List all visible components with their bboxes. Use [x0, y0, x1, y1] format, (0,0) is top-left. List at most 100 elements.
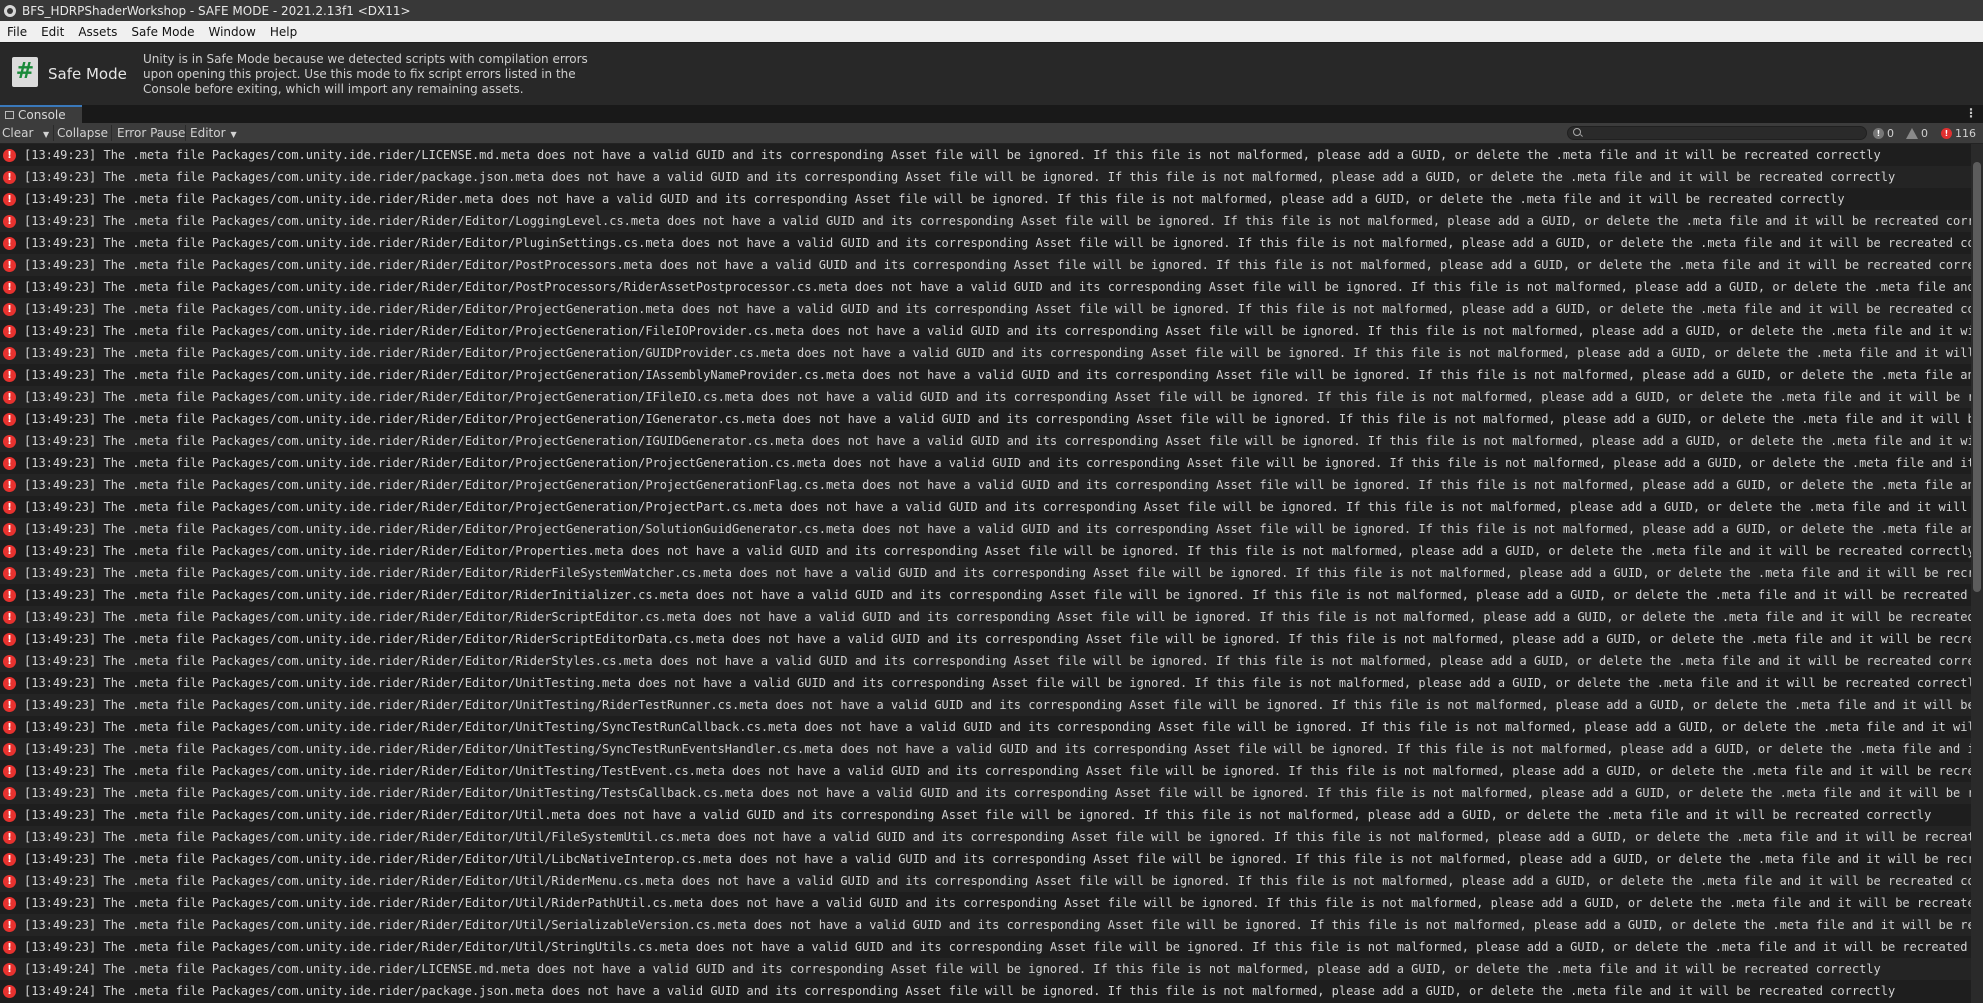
log-message: [13:49:23] The .meta file Packages/com.u…: [24, 830, 1971, 844]
menu-safe-mode[interactable]: Safe Mode: [124, 25, 201, 39]
menu-edit[interactable]: Edit: [34, 25, 71, 39]
log-path: Packages/com.unity.ide.rider/Rider/Edito…: [211, 940, 689, 954]
log-entry[interactable]: ! [13:49:23] The .meta file Packages/com.…: [0, 584, 1971, 606]
log-entry[interactable]: ! [13:49:23] The .meta file Packages/com.…: [0, 232, 1971, 254]
log-entry[interactable]: ! [13:49:23] The .meta file Packages/com.…: [0, 452, 1971, 474]
log-entry[interactable]: ! [13:49:23] The .meta file Packages/com.…: [0, 210, 1971, 232]
log-entry[interactable]: ! [13:49:23] The .meta file Packages/com.…: [0, 694, 1971, 716]
error-pause-button[interactable]: Error Pause: [117, 125, 185, 141]
error-icon: !: [3, 236, 16, 250]
log-entry[interactable]: ! [13:49:23] The .meta file Packages/com.…: [0, 496, 1971, 518]
log-entry[interactable]: ! [13:49:23] The .meta file Packages/com.…: [0, 826, 1971, 848]
scrollbar-thumb[interactable]: [1973, 162, 1981, 592]
log-entry[interactable]: ! [13:49:23] The .meta file Packages/com.…: [0, 166, 1971, 188]
more-options-icon[interactable]: ⋮: [1965, 107, 1977, 119]
log-timestamp: [13:49:23]: [24, 478, 97, 492]
console-icon: [5, 111, 14, 119]
log-entry[interactable]: ! [13:49:23] The .meta file Packages/com.…: [0, 628, 1971, 650]
log-entry[interactable]: ! [13:49:23] The .meta file Packages/com.…: [0, 716, 1971, 738]
log-message-suffix: does not have a valid GUID and its corre…: [862, 522, 1971, 536]
log-message-suffix: does not have a valid GUID and its corre…: [703, 896, 1971, 910]
log-message-prefix: The .meta file: [103, 588, 212, 602]
log-path: Packages/com.unity.ide.rider/Rider/Edito…: [211, 412, 776, 426]
log-message-suffix: does not have a valid GUID and its corre…: [652, 654, 1971, 668]
log-timestamp: [13:49:23]: [24, 588, 97, 602]
menu-assets[interactable]: Assets: [71, 25, 124, 39]
menu-help[interactable]: Help: [263, 25, 304, 39]
tab-console[interactable]: Console: [0, 105, 82, 123]
log-message: [13:49:23] The .meta file Packages/com.u…: [24, 170, 1895, 184]
log-message-suffix: does not have a valid GUID and its corre…: [804, 720, 1971, 734]
log-timestamp: [13:49:23]: [24, 368, 97, 382]
log-entry[interactable]: ! [13:49:23] The .meta file Packages/com.…: [0, 606, 1971, 628]
log-path: Packages/com.unity.ide.rider/Rider/Edito…: [211, 830, 711, 844]
log-entry[interactable]: ! [13:49:23] The .meta file Packages/com.…: [0, 276, 1971, 298]
log-entry[interactable]: ! [13:49:23] The .meta file Packages/com.…: [0, 430, 1971, 452]
log-path: Packages/com.unity.ide.rider/Rider/Edito…: [211, 742, 834, 756]
log-entry[interactable]: ! [13:49:23] The .meta file Packages/com.…: [0, 188, 1971, 210]
log-entry[interactable]: ! [13:49:24] The .meta file Packages/com.…: [0, 980, 1971, 1002]
log-entry[interactable]: ! [13:49:23] The .meta file Packages/com.…: [0, 254, 1971, 276]
menu-file[interactable]: File: [0, 25, 34, 39]
log-path: Packages/com.unity.ide.rider/Rider/Edito…: [211, 522, 855, 536]
warning-count-toggle[interactable]: 0: [1906, 126, 1928, 140]
log-entry[interactable]: ! [13:49:23] The .meta file Packages/com.…: [0, 562, 1971, 584]
log-entry[interactable]: ! [13:49:23] The .meta file Packages/com.…: [0, 474, 1971, 496]
menu-window[interactable]: Window: [202, 25, 263, 39]
log-entry[interactable]: ! [13:49:23] The .meta file Packages/com.…: [0, 738, 1971, 760]
log-message: [13:49:23] The .meta file Packages/com.u…: [24, 852, 1971, 866]
log-entry[interactable]: ! [13:49:23] The .meta file Packages/com.…: [0, 672, 1971, 694]
log-message-prefix: The .meta file: [103, 368, 212, 382]
clear-button[interactable]: Clear: [2, 125, 33, 141]
editor-dropdown[interactable]: Editor ▼: [190, 125, 237, 141]
log-message-suffix: does not have a valid GUID and its corre…: [789, 500, 1971, 514]
log-message: [13:49:23] The .meta file Packages/com.u…: [24, 786, 1971, 800]
error-icon: !: [3, 456, 16, 470]
log-entry[interactable]: ! [13:49:24] The .meta file Packages/com.…: [0, 958, 1971, 980]
log-entry[interactable]: ! [13:49:23] The .meta file Packages/com.…: [0, 936, 1971, 958]
log-entry[interactable]: ! [13:49:23] The .meta file Packages/com.…: [0, 870, 1971, 892]
log-message-suffix: does not have a valid GUID and its corre…: [544, 984, 1896, 998]
log-entry[interactable]: ! [13:49:23] The .meta file Packages/com.…: [0, 892, 1971, 914]
search-input[interactable]: [1567, 126, 1867, 140]
log-message-suffix: does not have a valid GUID and its corre…: [782, 412, 1971, 426]
log-entry[interactable]: ! [13:49:23] The .meta file Packages/com.…: [0, 144, 1971, 166]
clear-options-dropdown[interactable]: ▼: [38, 125, 49, 141]
log-message-suffix: does not have a valid GUID and its corre…: [797, 346, 1971, 360]
log-entry[interactable]: ! [13:49:23] The .meta file Packages/com.…: [0, 364, 1971, 386]
error-icon: !: [3, 434, 16, 448]
log-path: Packages/com.unity.ide.rider/Rider/Edito…: [211, 280, 848, 294]
log-message: [13:49:23] The .meta file Packages/com.u…: [24, 918, 1971, 932]
log-entry[interactable]: ! [13:49:23] The .meta file Packages/com.…: [0, 804, 1971, 826]
log-message-suffix: does not have a valid GUID and its corre…: [854, 280, 1971, 294]
console-log-list[interactable]: ! [13:49:23] The .meta file Packages/com.…: [0, 144, 1971, 1003]
log-message: [13:49:23] The .meta file Packages/com.u…: [24, 368, 1971, 382]
log-entry[interactable]: ! [13:49:23] The .meta file Packages/com.…: [0, 518, 1971, 540]
log-path: Packages/com.unity.ide.rider/Rider/Edito…: [211, 610, 696, 624]
log-entry[interactable]: ! [13:49:23] The .meta file Packages/com.…: [0, 408, 1971, 430]
log-entry[interactable]: ! [13:49:23] The .meta file Packages/com.…: [0, 760, 1971, 782]
error-icon: !: [3, 258, 16, 272]
log-entry[interactable]: ! [13:49:23] The .meta file Packages/com.…: [0, 540, 1971, 562]
log-entry[interactable]: ! [13:49:23] The .meta file Packages/com.…: [0, 386, 1971, 408]
log-entry[interactable]: ! [13:49:23] The .meta file Packages/com.…: [0, 848, 1971, 870]
log-message-suffix: does not have a valid GUID and its corre…: [493, 192, 1845, 206]
error-icon: !: [3, 566, 16, 580]
log-entry[interactable]: ! [13:49:23] The .meta file Packages/com.…: [0, 342, 1971, 364]
error-icon: !: [3, 148, 16, 162]
log-timestamp: [13:49:23]: [24, 918, 97, 932]
log-entry[interactable]: ! [13:49:23] The .meta file Packages/com.…: [0, 320, 1971, 342]
log-message: [13:49:23] The .meta file Packages/com.u…: [24, 324, 1971, 338]
log-message: [13:49:23] The .meta file Packages/com.u…: [24, 346, 1971, 360]
error-count-toggle[interactable]: ! 116: [1941, 126, 1976, 140]
log-message-suffix: does not have a valid GUID and its corre…: [775, 698, 1971, 712]
log-entry[interactable]: ! [13:49:23] The .meta file Packages/com.…: [0, 298, 1971, 320]
scrollbar[interactable]: [1971, 144, 1983, 1003]
info-count-toggle[interactable]: ! 0: [1873, 126, 1894, 140]
log-entry[interactable]: ! [13:49:23] The .meta file Packages/com.…: [0, 650, 1971, 672]
log-message: [13:49:23] The .meta file Packages/com.u…: [24, 412, 1971, 426]
log-path: Packages/com.unity.ide.rider/Rider/Edito…: [211, 786, 754, 800]
log-entry[interactable]: ! [13:49:23] The .meta file Packages/com.…: [0, 782, 1971, 804]
collapse-button[interactable]: Collapse: [57, 125, 108, 141]
log-entry[interactable]: ! [13:49:23] The .meta file Packages/com.…: [0, 914, 1971, 936]
